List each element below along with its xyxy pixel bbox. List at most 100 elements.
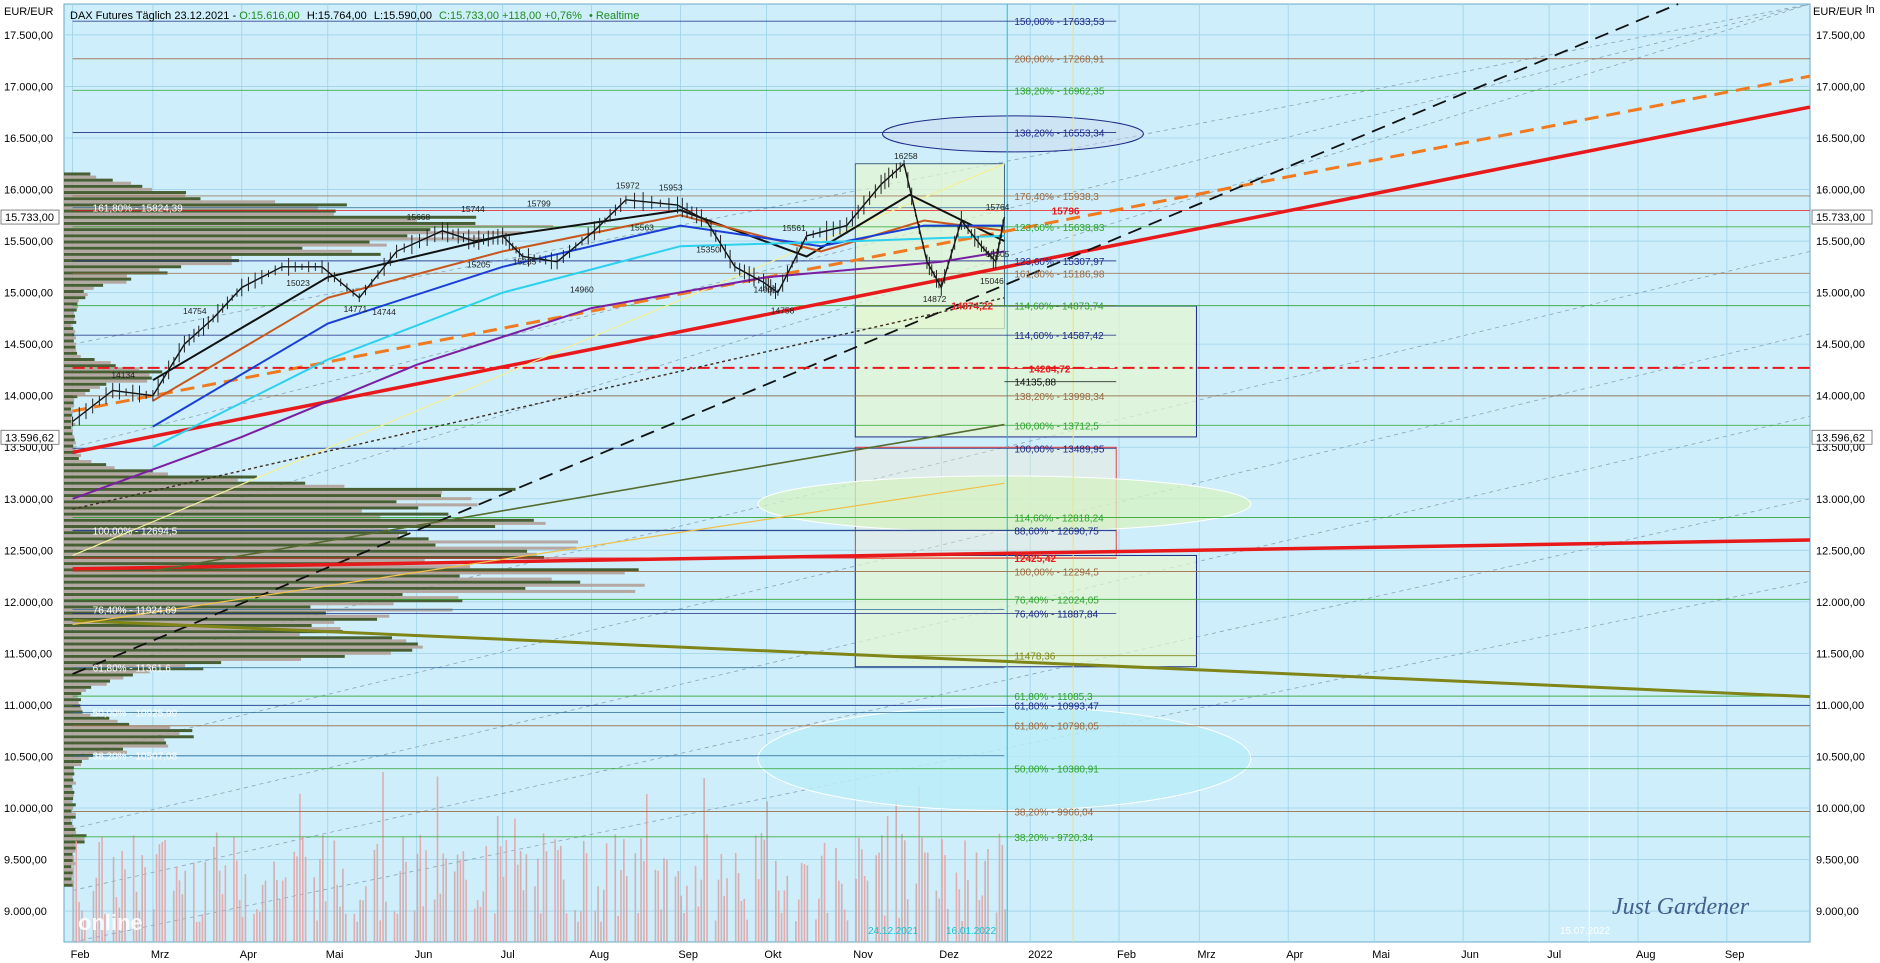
fib-label: 50,00% - 10380,91 <box>1014 765 1099 776</box>
peak-label: 15350 <box>696 245 720 255</box>
profile-bar <box>64 172 91 176</box>
log-scale-icon[interactable]: ln <box>1866 4 1875 16</box>
profile-bar <box>64 181 132 185</box>
profile-bar <box>64 234 408 238</box>
profile-bar <box>64 868 74 872</box>
y-tick-label-left: 13.000,00 <box>4 494 53 506</box>
profile-bar <box>64 707 82 711</box>
price-chart[interactable]: 14134 14754 15023 14771 14744 15668 15744 15205… <box>0 0 1880 963</box>
volume-bar <box>694 865 697 942</box>
profile-bar <box>64 809 72 813</box>
volume-bar <box>597 886 599 942</box>
volume-bar <box>580 911 582 942</box>
profile-bar <box>64 710 83 714</box>
volume-bar <box>582 840 585 942</box>
volume-bar <box>918 785 920 942</box>
profile-bar <box>64 589 636 593</box>
profile-bar <box>64 735 194 739</box>
profile-bar <box>64 379 148 383</box>
volume-bar <box>353 913 356 942</box>
volume-bar <box>178 880 181 942</box>
y-tick-label-right: 11.000,00 <box>1816 700 1864 712</box>
profile-bar <box>64 685 92 689</box>
chart-window: 14134 14754 15023 14771 14744 15668 15744 15205… <box>0 0 1880 963</box>
profile-bar <box>64 419 72 423</box>
profile-bar <box>64 277 132 281</box>
y-tick-label-left: 9.500,00 <box>4 855 47 867</box>
fib-label: 100,00% - 13489,95 <box>1014 444 1105 455</box>
profile-bar <box>64 676 124 680</box>
volume-bar <box>299 793 301 942</box>
profile-bar <box>64 187 153 191</box>
profile-bar <box>64 500 397 504</box>
profile-bar <box>64 410 73 414</box>
volume-bar <box>244 874 247 942</box>
volume-bar <box>800 862 803 942</box>
profile-bar <box>64 577 552 581</box>
current-price-tag-right: 15.733,00 <box>1811 209 1873 225</box>
profile-bar <box>64 398 75 402</box>
profile-bar <box>64 732 180 736</box>
volume-bar <box>634 853 637 942</box>
y-tick-label-right: 17.500,00 <box>1816 30 1865 42</box>
volume-bar <box>482 891 485 942</box>
fib-label: 100,00% - 12294,5 <box>1014 567 1099 578</box>
volume-bar <box>221 894 224 942</box>
volume-bar <box>322 835 324 942</box>
profile-bar <box>64 503 478 507</box>
profile-bar <box>64 308 77 312</box>
volume-bar <box>697 906 700 942</box>
volume-bar <box>663 858 665 942</box>
volume-bar <box>677 871 680 942</box>
profile-bar <box>64 240 370 244</box>
peak-label: 15972 <box>616 180 640 190</box>
volume-bar <box>496 816 499 942</box>
profile-bar <box>64 790 75 794</box>
profile-bar <box>64 559 425 563</box>
volume-bar <box>585 853 588 942</box>
peak-label: 15561 <box>782 223 806 233</box>
profile-bar <box>64 797 74 801</box>
profile-bar <box>64 648 413 652</box>
fib-label: 114,60% - 14873,74 <box>1014 302 1104 313</box>
y-tick-label-right: 11.500,00 <box>1816 648 1864 660</box>
profile-bar <box>64 818 72 822</box>
profile-bar <box>64 729 193 733</box>
volume-bar <box>840 883 843 942</box>
profile-bar <box>64 299 79 303</box>
profile-bar <box>64 364 116 368</box>
fib-label: 150,00% - 17633,53 <box>1014 17 1105 28</box>
profile-bar <box>64 351 78 355</box>
volume-bar <box>405 862 407 942</box>
y-tick-label-left: 12.000,00 <box>4 597 53 609</box>
volume-bar <box>539 913 542 942</box>
volume-bar <box>256 909 258 942</box>
volume-bar <box>998 833 1001 942</box>
profile-bar <box>64 280 127 284</box>
volume-bar <box>700 879 703 942</box>
y-tick-label-right: 10.500,00 <box>1816 751 1865 763</box>
volume-bar <box>786 875 789 942</box>
fib-label: 161,80% - 15824,39 <box>93 204 184 215</box>
profile-bar <box>64 865 72 869</box>
y-tick-label-right: 15.500,00 <box>1816 236 1865 248</box>
volume-bar <box>365 886 367 942</box>
volume-bar <box>941 839 943 942</box>
x-tick-label: Dez <box>939 949 959 961</box>
y-tick-label-left: 15.000,00 <box>4 288 53 300</box>
profile-bar <box>64 778 74 782</box>
volume-bar <box>419 834 422 942</box>
profile-bar <box>64 348 77 352</box>
volume-bar <box>433 899 436 942</box>
volume-bar <box>339 906 341 942</box>
profile-bar <box>64 769 74 773</box>
volume-bar <box>399 871 402 942</box>
y-tick-label-left: 12.500,00 <box>4 545 53 557</box>
profile-bar <box>64 552 537 556</box>
profile-bar <box>64 871 74 875</box>
profile-bar <box>64 494 442 498</box>
y-tick-label-right: 14.000,00 <box>1816 391 1865 403</box>
y-tick-label-left: 10.500,00 <box>4 751 53 763</box>
date-marker-2: 16.01.2022 <box>946 926 996 937</box>
profile-bar <box>64 880 74 884</box>
